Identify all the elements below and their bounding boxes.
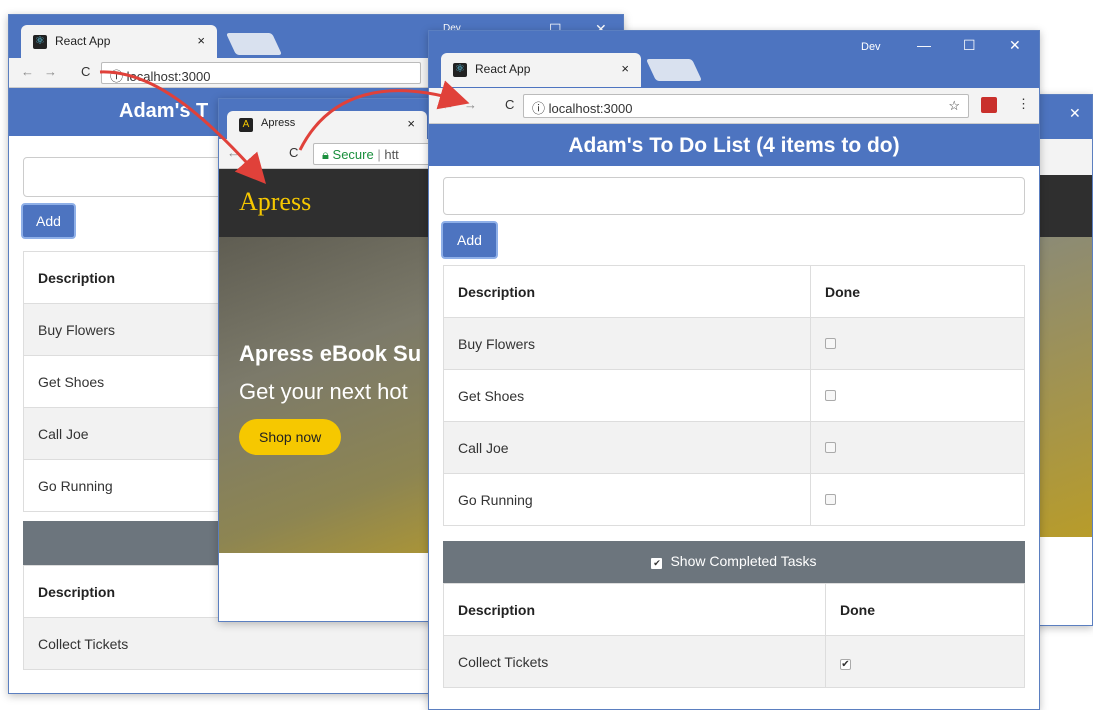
navigation-arrows bbox=[99, 70, 470, 184]
arrow-back-to-apress bbox=[99, 70, 266, 184]
arrow-apress-to-front bbox=[298, 80, 470, 151]
